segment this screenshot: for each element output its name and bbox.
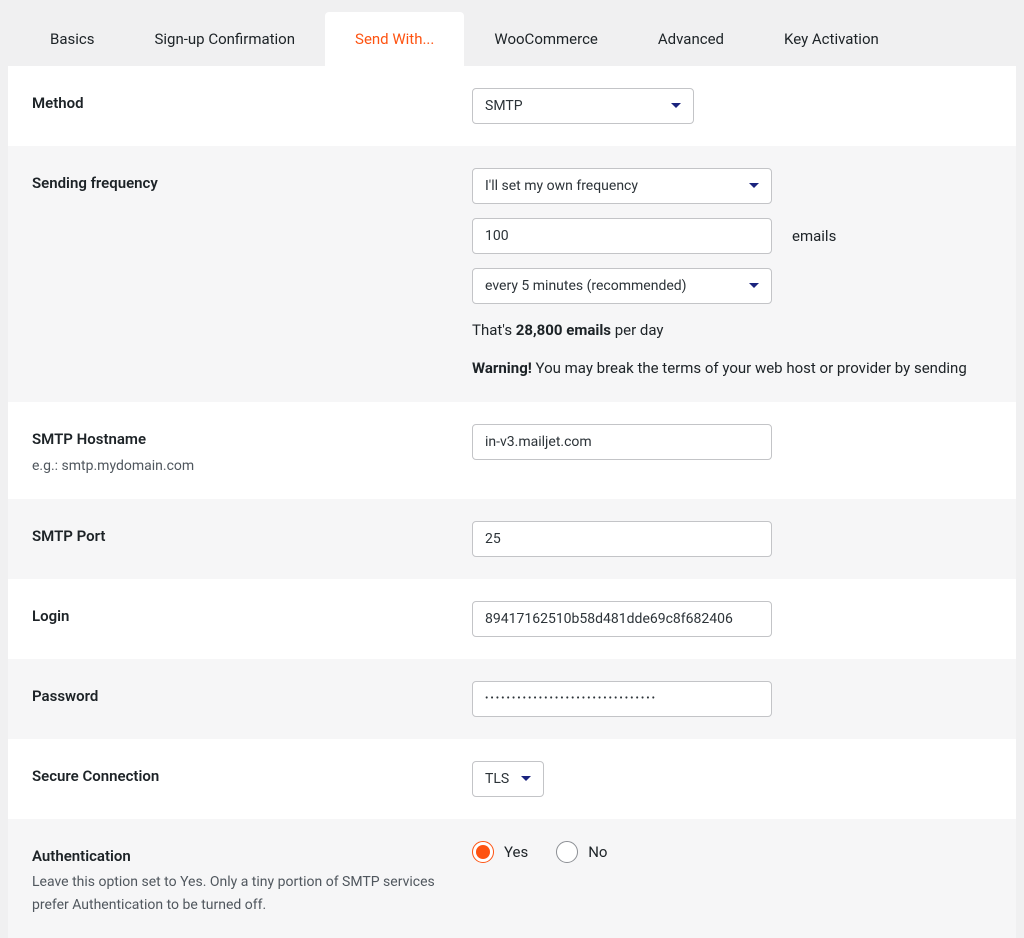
tab-key-activation[interactable]: Key Activation <box>754 12 909 66</box>
tabs-bar: Basics Sign-up Confirmation Send With...… <box>8 0 1016 66</box>
login-input[interactable] <box>472 601 772 637</box>
row-smtp-hostname: SMTP Hostname e.g.: smtp.mydomain.com <box>8 402 1016 499</box>
smtp-hostname-input[interactable] <box>472 424 772 460</box>
sending-frequency-label: Sending frequency <box>32 172 448 195</box>
row-password: Password <box>8 659 1016 739</box>
authentication-yes-radio[interactable]: Yes <box>472 841 528 863</box>
settings-panel: Method SMTP Sending frequency I'll set m… <box>8 66 1016 938</box>
row-method: Method SMTP <box>8 66 1016 146</box>
row-smtp-port: SMTP Port <box>8 499 1016 579</box>
frequency-per-day-note: That's 28,800 emails per day <box>472 318 992 342</box>
tab-send-with[interactable]: Send With... <box>325 12 464 66</box>
frequency-interval-select[interactable]: every 5 minutes (recommended) <box>472 268 772 304</box>
login-label: Login <box>32 605 448 628</box>
tab-advanced[interactable]: Advanced <box>628 12 754 66</box>
row-login: Login <box>8 579 1016 659</box>
frequency-count-input[interactable] <box>472 218 772 254</box>
smtp-port-input[interactable] <box>472 521 772 557</box>
authentication-hint: Leave this option set to Yes. Only a tin… <box>32 871 448 916</box>
password-input[interactable] <box>472 681 772 717</box>
secure-connection-select[interactable]: TLS <box>472 761 544 797</box>
tab-basics[interactable]: Basics <box>20 12 125 66</box>
frequency-mode-select[interactable]: I'll set my own frequency <box>472 168 772 204</box>
tab-woocommerce[interactable]: WooCommerce <box>464 12 628 66</box>
row-sending-frequency: Sending frequency I'll set my own freque… <box>8 146 1016 402</box>
method-label: Method <box>32 92 448 115</box>
frequency-count-unit: emails <box>792 227 836 245</box>
smtp-port-label: SMTP Port <box>32 525 448 548</box>
tab-signup-confirmation[interactable]: Sign-up Confirmation <box>125 12 326 66</box>
smtp-hostname-label: SMTP Hostname <box>32 428 448 451</box>
frequency-warning-note: Warning! You may break the terms of your… <box>472 356 992 380</box>
method-select[interactable]: SMTP <box>472 88 694 124</box>
smtp-hostname-hint: e.g.: smtp.mydomain.com <box>32 455 448 477</box>
radio-unchecked-icon <box>556 841 578 863</box>
row-authentication: Authentication Leave this option set to … <box>8 819 1016 938</box>
row-secure-connection: Secure Connection TLS <box>8 739 1016 819</box>
password-label: Password <box>32 685 448 708</box>
authentication-no-label: No <box>588 843 607 861</box>
secure-connection-label: Secure Connection <box>32 765 448 788</box>
authentication-label: Authentication <box>32 845 448 868</box>
authentication-no-radio[interactable]: No <box>556 841 607 863</box>
radio-checked-icon <box>472 841 494 863</box>
authentication-yes-label: Yes <box>504 843 528 861</box>
